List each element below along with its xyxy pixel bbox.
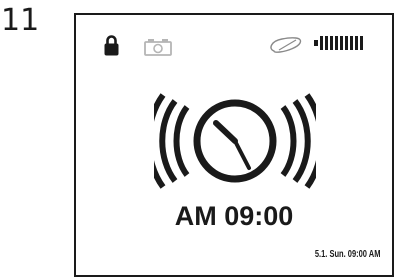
battery-icon: [314, 36, 363, 50]
alarm-time: AM 09:00: [174, 201, 294, 231]
link-icon: [270, 37, 302, 53]
camera-icon: [144, 39, 172, 56]
alarm-clock-ringing-icon: [154, 93, 316, 189]
device-screen: AM 09:00 5.1. Sun. 09:00 AM: [74, 13, 394, 277]
lock-icon: [104, 35, 119, 56]
status-bar: [76, 15, 392, 65]
step-number: 11: [1, 3, 40, 38]
date-time-line: 5.1. Sun. 09:00 AM: [314, 249, 380, 260]
